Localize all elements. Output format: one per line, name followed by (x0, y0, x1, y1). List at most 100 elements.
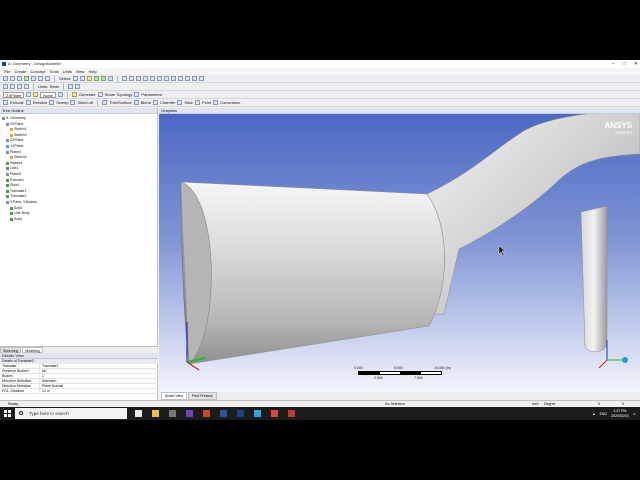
tab-model-view[interactable]: Model View (161, 392, 188, 400)
blend-button[interactable]: Blend (141, 100, 151, 105)
taskbar-app-icon[interactable] (199, 408, 213, 419)
select-point-icon[interactable] (80, 76, 86, 81)
pipe-straight[interactable] (180, 181, 445, 365)
geometry-model[interactable] (159, 114, 640, 392)
windows-start-icon[interactable] (4, 410, 11, 417)
new-icon[interactable] (3, 76, 8, 81)
display-point-icon[interactable] (17, 84, 22, 89)
extend-selection-icon[interactable] (108, 76, 114, 81)
select-mode-icon[interactable] (73, 76, 79, 81)
conversion-button[interactable]: Conversion (220, 100, 240, 105)
zoom-icon[interactable] (136, 76, 142, 81)
taskbar-app-icon[interactable] (148, 408, 162, 419)
rotate-icon[interactable] (122, 76, 128, 81)
attach-icon[interactable] (31, 76, 36, 81)
tree-node[interactable]: 3 Parts, 3 Bodies (6, 200, 37, 205)
share-topology-button[interactable]: Share Topology (105, 92, 133, 97)
menu-create[interactable]: Create (14, 68, 26, 75)
clock[interactable]: 1:47 PM 2020/02/03 (611, 409, 629, 418)
box-zoom-icon[interactable] (143, 76, 149, 81)
plane-dropdown[interactable]: ZXPlane (3, 91, 25, 98)
display-model-icon[interactable] (10, 84, 15, 89)
minimize-button[interactable]: – (612, 60, 615, 68)
notifications-icon[interactable]: ▭ (633, 412, 636, 416)
maximize-button[interactable]: □ (623, 60, 626, 68)
parameters-button[interactable]: Parameters (141, 92, 162, 97)
tree-node[interactable]: Plane4 (6, 150, 21, 155)
tree-node[interactable]: YZPlane (6, 144, 23, 149)
taskbar-app-icon[interactable] (284, 408, 298, 419)
menu-help[interactable]: Help (88, 68, 96, 75)
tree-node[interactable]: Line1 (6, 166, 19, 171)
network-icon[interactable]: ▲ (592, 412, 595, 416)
skin-loft-button[interactable]: Skin/Loft (77, 100, 93, 105)
display-model-icon[interactable] (199, 76, 205, 81)
tree-node[interactable]: Sketch1 (10, 127, 27, 132)
look-at-icon[interactable] (24, 84, 29, 89)
tree-node[interactable]: Slice1 (6, 183, 20, 188)
point-button[interactable]: Point (202, 100, 211, 105)
taskbar-app-icon[interactable] (131, 408, 145, 419)
pan-icon[interactable] (129, 76, 135, 81)
menu-units[interactable]: Units (63, 68, 72, 75)
undo-icon[interactable] (38, 76, 43, 81)
slice-button[interactable]: Slice (184, 100, 193, 105)
pipe-branch-leg[interactable] (580, 205, 608, 352)
previous-view-icon[interactable] (164, 76, 170, 81)
save-icon[interactable] (10, 76, 15, 81)
new-plane-icon[interactable] (26, 92, 32, 97)
menu-concept[interactable]: Concept (30, 68, 45, 75)
next-view-icon[interactable] (171, 76, 177, 81)
details-value[interactable]: Selection (40, 379, 56, 383)
details-value[interactable]: Translate2 (40, 364, 58, 368)
taskbar-app-icon[interactable] (267, 408, 281, 419)
tree-node[interactable]: Solid (10, 217, 22, 222)
export-icon[interactable] (17, 76, 22, 81)
undo-button[interactable]: Undo (38, 84, 48, 89)
tab-print-preview[interactable]: Print Preview (188, 392, 217, 400)
tree-node[interactable]: ZXPlane (6, 138, 23, 143)
chamfer-button[interactable]: Chamfer (160, 100, 175, 105)
graphics-viewport[interactable]: ANSYS 2019 R3 0.000 5.000 10.000 (m) 2.5… (159, 114, 640, 392)
select-face-icon[interactable] (94, 76, 100, 81)
zoom-fit-icon[interactable] (150, 76, 156, 81)
taskbar-app-icon[interactable] (165, 408, 179, 419)
redo-button[interactable]: Redo (50, 84, 60, 89)
details-value[interactable]: Plane Normal (40, 384, 63, 388)
tree-node[interactable]: Extrude1 (6, 178, 24, 183)
close-button[interactable]: ✕ (634, 60, 638, 68)
menu-file[interactable]: File (4, 68, 10, 75)
tree-node[interactable]: Translate2 (6, 194, 26, 199)
tree-node[interactable]: Line Body (10, 211, 30, 216)
generate-button[interactable]: Generate (79, 92, 96, 97)
tree-node[interactable]: A: Geometry (2, 116, 26, 121)
iso-view-icon[interactable] (178, 76, 184, 81)
look-at-icon[interactable] (57, 92, 63, 97)
menu-view[interactable]: View (76, 68, 85, 75)
details-value[interactable]: No (40, 369, 46, 373)
display-plane-icon[interactable] (3, 84, 8, 89)
revolve-button[interactable]: Revolve (33, 100, 47, 105)
tree-node[interactable]: Sketch2 (10, 155, 27, 160)
taskbar-app-icon[interactable] (182, 408, 196, 419)
tree-node[interactable]: Solid (10, 206, 22, 211)
new-sketch-icon[interactable] (33, 92, 39, 97)
thin-surface-button[interactable]: Thin/Surface (109, 100, 132, 105)
details-value[interactable]: 12 m (40, 389, 50, 393)
tree-node[interactable]: Plane5 (6, 172, 21, 177)
magnifier-icon[interactable] (157, 76, 163, 81)
tree-node[interactable]: ZXPlane (6, 122, 23, 127)
details-value[interactable]: 1 (40, 374, 44, 378)
extrude-button[interactable]: Extrude (10, 100, 24, 105)
taskbar-app-icon[interactable] (216, 408, 230, 419)
new-plane-icon[interactable] (68, 84, 74, 89)
language-indicator[interactable]: ENG (600, 412, 608, 416)
tree-node[interactable]: Sketch4 (10, 133, 27, 138)
redo-icon[interactable] (45, 76, 50, 81)
display-edges-icon[interactable] (192, 76, 198, 81)
sweep-button[interactable]: Sweep (56, 100, 68, 105)
select-edge-icon[interactable] (87, 76, 93, 81)
view-icon[interactable] (185, 76, 191, 81)
select-body-icon[interactable] (101, 76, 107, 81)
taskbar-search-box[interactable]: Type here to search (15, 408, 127, 419)
